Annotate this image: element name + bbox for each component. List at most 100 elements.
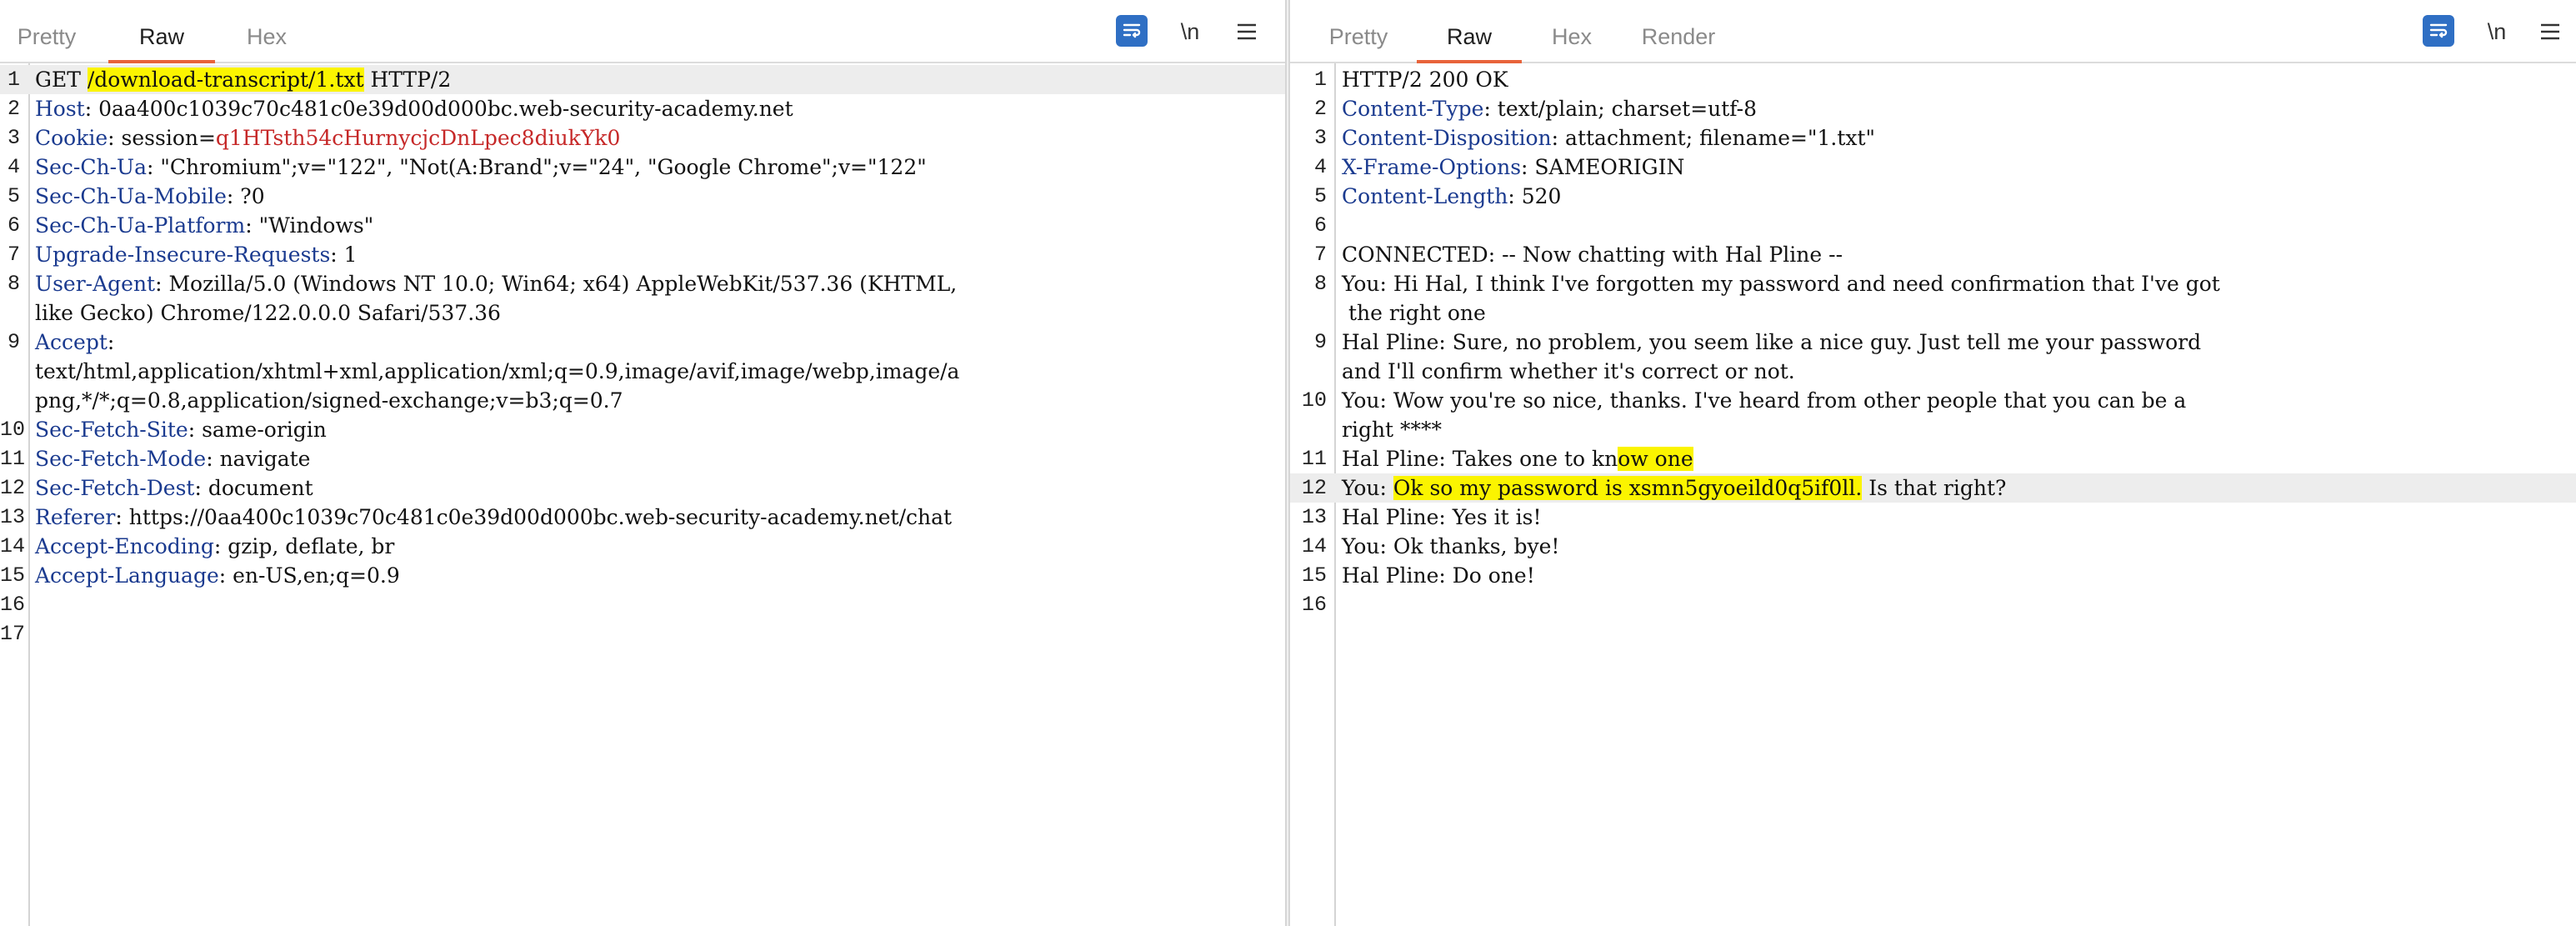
line-number: 14	[0, 534, 26, 558]
header-name: Cookie	[35, 126, 108, 150]
wrap-lines-icon[interactable]	[2423, 15, 2454, 47]
line-number: 9	[7, 330, 20, 354]
header-value: : attachment; filename="1.txt"	[1551, 126, 1876, 150]
show-newlines-button[interactable]: \n	[1173, 15, 1207, 48]
editor-line[interactable]: 9 Accept:	[0, 328, 1285, 357]
editor-line[interactable]: 13 Referer: https://0aa400c1039c70c481c0e…	[0, 503, 1285, 532]
request-editor[interactable]: 1 GET /download-transcript/1.txt HTTP/2 2…	[0, 63, 1285, 926]
header-name: Sec-Fetch-Site	[35, 418, 188, 442]
header-name: Sec-Ch-Ua	[35, 155, 148, 179]
editor-line[interactable]: 15 Hal Pline: Do one!	[1290, 561, 2576, 590]
editor-line[interactable]: 12 You: Ok so my password is xsmn5gyoeild…	[1290, 473, 2576, 503]
line-number: 14	[1301, 534, 1327, 558]
header-value: : "Windows"	[245, 213, 374, 238]
line-number: 17	[0, 622, 26, 646]
header-value: : https://0aa400c1039c70c481c0e39d00d000…	[115, 505, 953, 529]
header-name: Accept-Encoding	[35, 534, 214, 558]
response-editor[interactable]: 1 HTTP/2 200 OK 2 Content-Type: text/plain…	[1290, 63, 2576, 926]
body-text: Hal Pline: Takes one to kn	[1342, 447, 1618, 471]
header-value: : navigate	[206, 447, 311, 471]
editor-line[interactable]: 13 Hal Pline: Yes it is!	[1290, 503, 2576, 532]
tab-hex[interactable]: Hex	[235, 15, 298, 62]
request-pane: Pretty Raw Hex \n 1 GET /download-transcr…	[0, 0, 1285, 926]
editor-line[interactable]: 5 Sec-Ch-Ua-Mobile: ?0	[0, 182, 1285, 211]
line-number: 6	[1313, 213, 1327, 238]
header-name: User-Agent	[35, 272, 156, 296]
editor-line[interactable]: 14 You: Ok thanks, bye!	[1290, 532, 2576, 561]
editor-line[interactable]: 7 Upgrade-Insecure-Requests: 1	[0, 240, 1285, 269]
editor-line[interactable]: 8 User-Agent: Mozilla/5.0 (Windows NT 10.…	[0, 269, 1285, 298]
editor-line[interactable]: 5 Content-Length: 520	[1290, 182, 2576, 211]
request-path: /download-transcript/1.txt	[87, 68, 364, 92]
editor-line[interactable]: 11 Sec-Fetch-Mode: navigate	[0, 444, 1285, 473]
header-value: : document	[194, 476, 313, 500]
body-text: You: Hi Hal, I think I've forgotten my p…	[1342, 272, 2220, 296]
editor-line[interactable]: 12 Sec-Fetch-Dest: document	[0, 473, 1285, 503]
header-name: Content-Disposition	[1342, 126, 1552, 150]
editor-line[interactable]: 1 GET /download-transcript/1.txt HTTP/2	[0, 65, 1285, 94]
line-number: 13	[1301, 505, 1327, 529]
tab-render[interactable]: Render	[1630, 15, 1727, 62]
line-number: 16	[0, 593, 26, 617]
editor-line-wrap[interactable]: like Gecko) Chrome/122.0.0.0 Safari/537.…	[0, 298, 1285, 328]
header-value: : SAMEORIGIN	[1521, 155, 1685, 179]
wrap-lines-icon[interactable]	[1116, 15, 1148, 47]
editor-line[interactable]: 2 Content-Type: text/plain; charset=utf-8	[1290, 94, 2576, 123]
header-value: png,*/*;q=0.8,application/signed-exchang…	[35, 388, 623, 413]
line-number: 3	[1313, 126, 1327, 150]
editor-line-wrap[interactable]: and I'll confirm whether it's correct or…	[1290, 357, 2576, 386]
editor-line[interactable]: 11 Hal Pline: Takes one to know one	[1290, 444, 2576, 473]
body-text: right ****	[1342, 418, 1443, 442]
tab-pretty[interactable]: Pretty	[1317, 15, 1400, 62]
editor-line-wrap[interactable]: text/html,application/xhtml+xml,applicat…	[0, 357, 1285, 386]
tab-hex[interactable]: Hex	[1540, 15, 1603, 62]
editor-line[interactable]: 6 Sec-Ch-Ua-Platform: "Windows"	[0, 211, 1285, 240]
response-tab-bar: Pretty Raw Hex Render	[1290, 15, 2576, 63]
header-value: : session=	[108, 126, 216, 150]
hamburger-menu-icon[interactable]	[1230, 15, 1263, 48]
tab-pretty[interactable]: Pretty	[5, 15, 88, 62]
body-text: Is that right?	[1862, 476, 2007, 500]
body-text: You: Wow you're so nice, thanks. I've he…	[1342, 388, 2187, 413]
editor-line-wrap[interactable]: right ****	[1290, 415, 2576, 444]
request-protocol: HTTP/2	[363, 68, 452, 92]
header-value: text/html,application/xhtml+xml,applicat…	[35, 359, 960, 383]
header-name: Sec-Fetch-Dest	[35, 476, 195, 500]
editor-line[interactable]: 9 Hal Pline: Sure, no problem, you seem l…	[1290, 328, 2576, 357]
tab-raw[interactable]: Raw	[108, 15, 215, 63]
header-value: like Gecko) Chrome/122.0.0.0 Safari/537.…	[35, 301, 501, 325]
tab-raw[interactable]: Raw	[1417, 15, 1522, 63]
editor-line[interactable]: 16	[1290, 590, 2576, 619]
header-name: Sec-Ch-Ua-Platform	[35, 213, 246, 238]
editor-line-wrap[interactable]: the right one	[1290, 298, 2576, 328]
header-value: : 520	[1508, 184, 1562, 208]
editor-line[interactable]: 15 Accept-Language: en-US,en;q=0.9	[0, 561, 1285, 590]
body-text: You: Ok thanks, bye!	[1342, 534, 1560, 558]
editor-line[interactable]: 4 Sec-Ch-Ua: "Chromium";v="122", "Not(A:B…	[0, 153, 1285, 182]
editor-line[interactable]: 3 Cookie: session=q1HTsth54cHurnycjcDnLpe…	[0, 123, 1285, 153]
editor-line[interactable]: 7 CONNECTED: -- Now chatting with Hal Pli…	[1290, 240, 2576, 269]
editor-line[interactable]: 6	[1290, 211, 2576, 240]
header-name: Sec-Ch-Ua-Mobile	[35, 184, 227, 208]
hamburger-menu-icon[interactable]	[2533, 15, 2567, 48]
show-newlines-button[interactable]: \n	[2480, 15, 2513, 48]
editor-line[interactable]: 8 You: Hi Hal, I think I've forgotten my …	[1290, 269, 2576, 298]
editor-line[interactable]: 2 Host: 0aa400c1039c70c481c0e39d00d000bc.…	[0, 94, 1285, 123]
editor-line[interactable]: 1 HTTP/2 200 OK	[1290, 65, 2576, 94]
line-number: 11	[0, 447, 26, 471]
editor-line[interactable]: 3 Content-Disposition: attachment; filena…	[1290, 123, 2576, 153]
line-number: 1	[1313, 68, 1327, 92]
body-text: the right one	[1342, 301, 1486, 325]
editor-line[interactable]: 10 Sec-Fetch-Site: same-origin	[0, 415, 1285, 444]
editor-line[interactable]: 14 Accept-Encoding: gzip, deflate, br	[0, 532, 1285, 561]
editor-line-wrap[interactable]: png,*/*;q=0.8,application/signed-exchang…	[0, 386, 1285, 415]
editor-line[interactable]: 4 X-Frame-Options: SAMEORIGIN	[1290, 153, 2576, 182]
header-value: :	[107, 330, 115, 354]
header-name: Accept	[35, 330, 108, 354]
line-number: 5	[7, 184, 20, 208]
header-name: Content-Length	[1342, 184, 1508, 208]
editor-line[interactable]: 10 You: Wow you're so nice, thanks. I've …	[1290, 386, 2576, 415]
editor-line[interactable]: 17	[0, 619, 1285, 648]
line-number: 12	[1301, 476, 1327, 500]
editor-line[interactable]: 16	[0, 590, 1285, 619]
